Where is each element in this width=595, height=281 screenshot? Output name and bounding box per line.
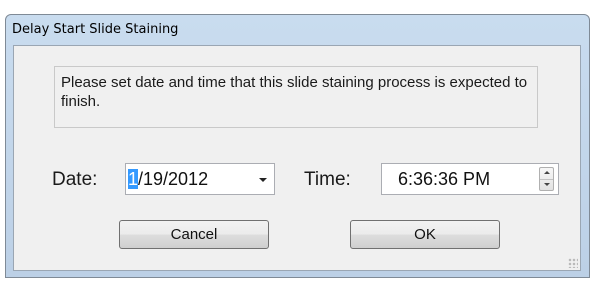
- date-value[interactable]: 1/19/2012: [128, 168, 208, 190]
- time-value[interactable]: 6:36:36 PM: [398, 168, 490, 190]
- cancel-button[interactable]: Cancel: [119, 220, 269, 249]
- date-value-rest[interactable]: /19/2012: [138, 169, 208, 189]
- dialog-title: Delay Start Slide Staining: [12, 22, 179, 37]
- date-selected-segment[interactable]: 1: [128, 169, 139, 189]
- date-picker[interactable]: 1/19/2012: [125, 163, 275, 195]
- time-spinner[interactable]: [539, 167, 554, 191]
- time-label: Time:: [304, 169, 351, 190]
- spin-down-icon[interactable]: [540, 179, 553, 190]
- dialog-body: Please set date and time that this slide…: [13, 45, 581, 271]
- date-label: Date:: [52, 169, 98, 190]
- dialog-window: Delay Start Slide Staining Please set da…: [5, 14, 590, 278]
- resize-grip-icon[interactable]: [568, 258, 578, 268]
- instruction-message: Please set date and time that this slide…: [54, 66, 538, 128]
- ok-button[interactable]: OK: [350, 220, 500, 249]
- time-input[interactable]: 6:36:36 PM: [381, 163, 559, 195]
- chevron-down-icon[interactable]: [259, 178, 267, 182]
